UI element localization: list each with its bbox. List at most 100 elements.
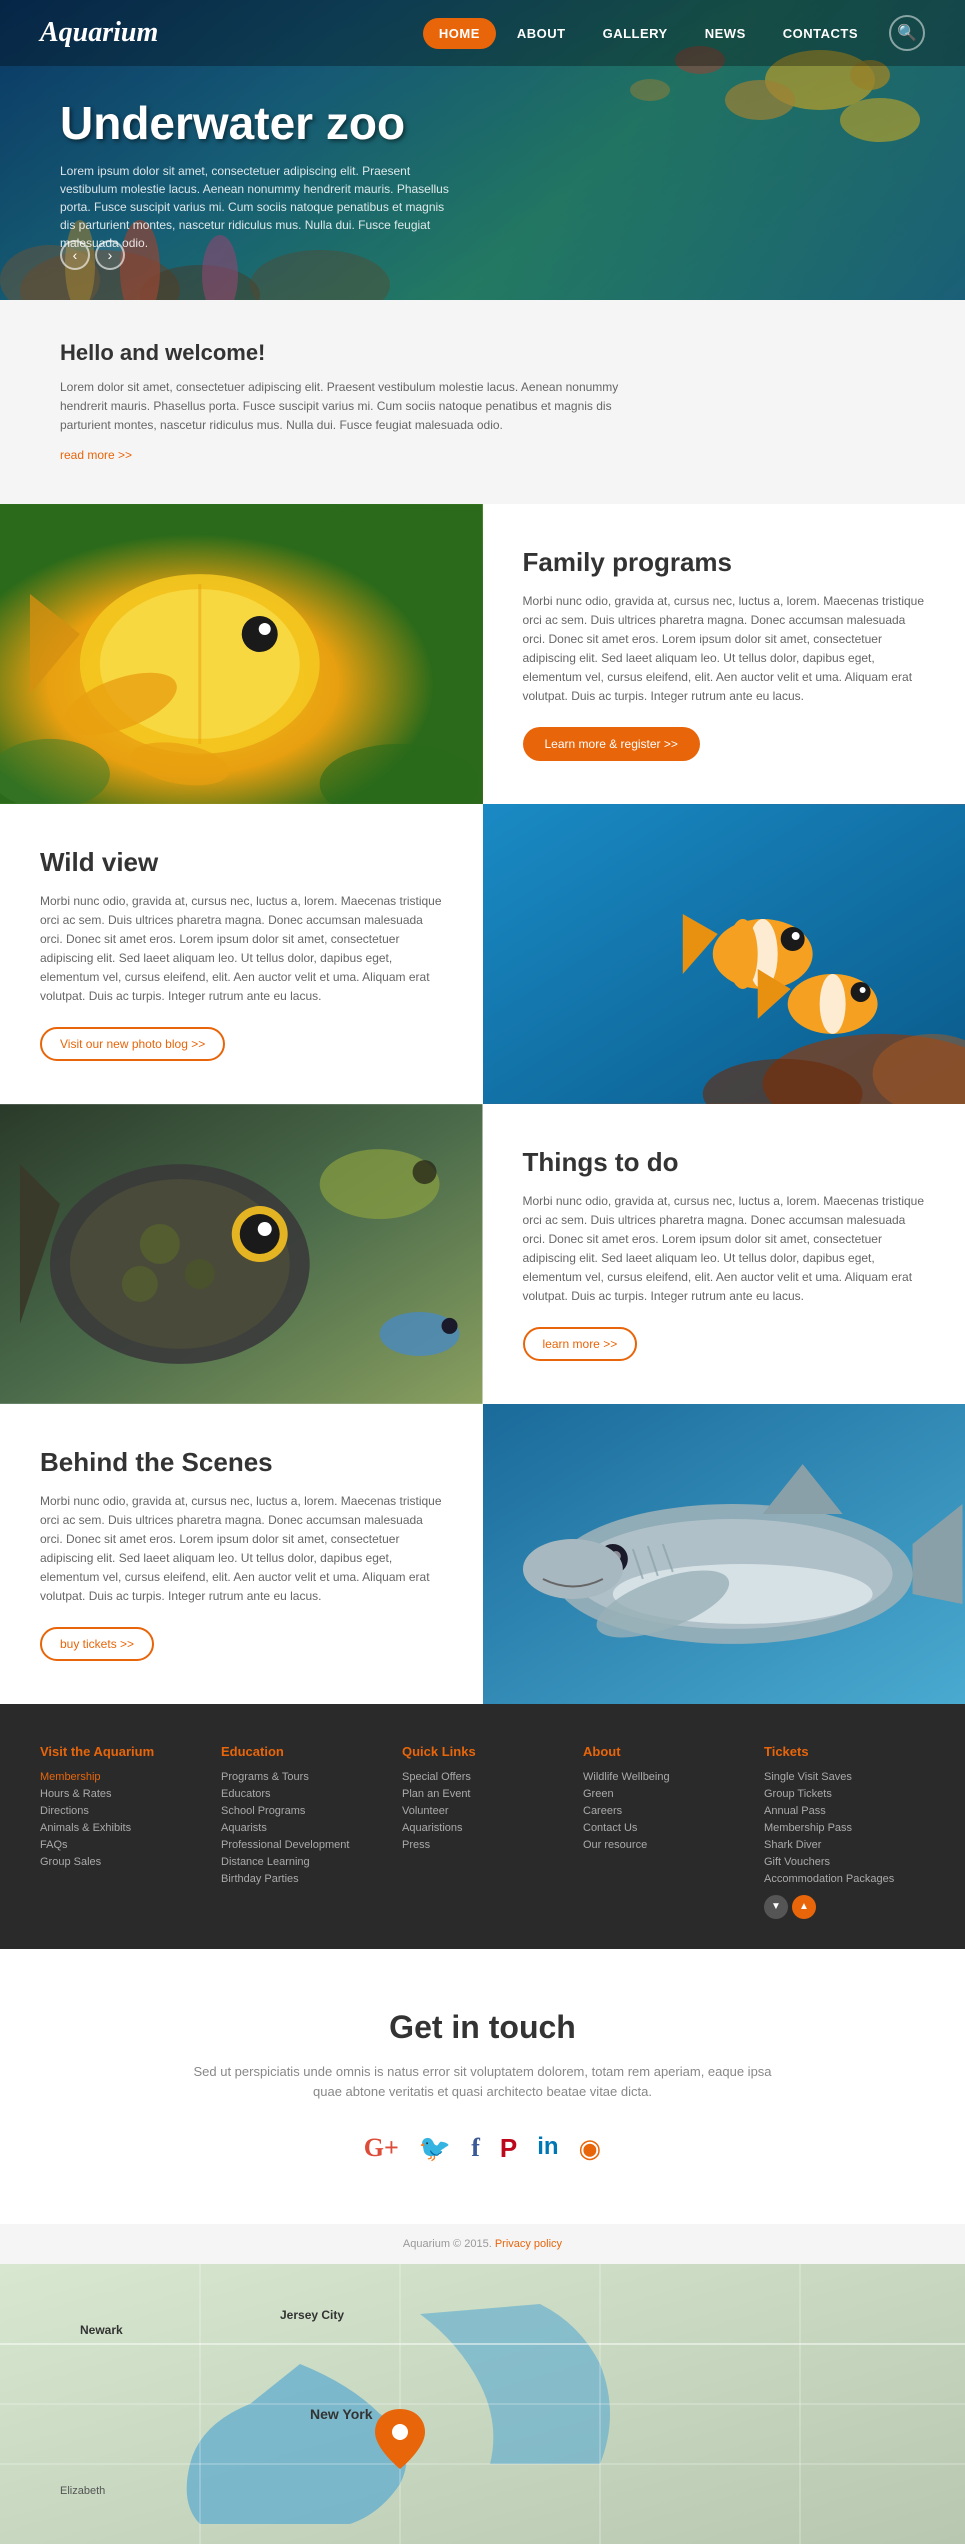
- footer-accommodation[interactable]: Accommodation Packages: [764, 1873, 925, 1885]
- footer-special-offers[interactable]: Special Offers: [402, 1771, 563, 1783]
- footer-school[interactable]: School Programs: [221, 1805, 382, 1817]
- footer-visit-title: Visit the Aquarium: [40, 1744, 201, 1759]
- things-to-do-image: [0, 1104, 483, 1404]
- pinterest-icon[interactable]: P: [500, 2133, 517, 2164]
- svg-text:Elizabeth: Elizabeth: [60, 2485, 105, 2497]
- footer-educators[interactable]: Educators: [221, 1788, 382, 1800]
- footer-annual-pass[interactable]: Annual Pass: [764, 1805, 925, 1817]
- footer-single-visit[interactable]: Single Visit Saves: [764, 1771, 925, 1783]
- prev-slide-button[interactable]: ‹: [60, 240, 90, 270]
- family-programs-section: Family programs Morbi nunc odio, gravida…: [0, 504, 965, 804]
- map-section: Newark Jersey City New York Elizabeth: [0, 2264, 965, 2544]
- scroll-down-button[interactable]: ▼: [764, 1895, 788, 1919]
- footer-distance-learning[interactable]: Distance Learning: [221, 1856, 382, 1868]
- footer-aquaritions[interactable]: Aquaristions: [402, 1822, 563, 1834]
- nav-links: HOME ABOUT GALLERY NEWS CONTACTS 🔍: [423, 15, 925, 51]
- footer-tickets-title: Tickets: [764, 1744, 925, 1759]
- google-plus-icon[interactable]: G+: [364, 2133, 399, 2164]
- footer-group-sales[interactable]: Group Sales: [40, 1856, 201, 1868]
- footer-quicklinks-title: Quick Links: [402, 1744, 563, 1759]
- things-to-do-section: Things to do Morbi nunc odio, gravida at…: [0, 1104, 965, 1404]
- map-svg: Newark Jersey City New York Elizabeth: [0, 2264, 965, 2544]
- family-programs-text-content: Morbi nunc odio, gravida at, cursus nec,…: [523, 592, 926, 707]
- footer-col-about: About Wildlife Wellbeing Green Careers C…: [583, 1744, 744, 1919]
- footer-wildlife[interactable]: Wildlife Wellbeing: [583, 1771, 744, 1783]
- scroll-buttons: ▼ ▲: [764, 1895, 925, 1919]
- hero-title: Underwater zoo: [60, 96, 905, 150]
- things-to-do-text-content: Morbi nunc odio, gravida at, cursus nec,…: [523, 1192, 926, 1307]
- footer-directions[interactable]: Directions: [40, 1805, 201, 1817]
- footer-plan-event[interactable]: Plan an Event: [402, 1788, 563, 1800]
- footer-birthday[interactable]: Birthday Parties: [221, 1873, 382, 1885]
- wild-view-text-content: Morbi nunc odio, gravida at, cursus nec,…: [40, 892, 443, 1007]
- get-in-touch-section: Get in touch Sed ut perspiciatis unde om…: [0, 1949, 965, 2225]
- hero-content: Underwater zoo Lorem ipsum dolor sit ame…: [0, 66, 965, 282]
- footer-membership[interactable]: Membership: [40, 1771, 201, 1783]
- behind-scenes-section: Behind the Scenes Morbi nunc odio, gravi…: [0, 1404, 965, 1704]
- footer-animals[interactable]: Animals & Exhibits: [40, 1822, 201, 1834]
- wild-view-button[interactable]: Visit our new photo blog >>: [40, 1027, 225, 1061]
- footer-programs[interactable]: Programs & Tours: [221, 1771, 382, 1783]
- footer-membership-pass[interactable]: Membership Pass: [764, 1822, 925, 1834]
- hero-arrows: ‹ ›: [60, 240, 125, 270]
- nav-about[interactable]: ABOUT: [501, 18, 582, 49]
- wild-view-image: [483, 804, 965, 1104]
- buy-tickets-button[interactable]: buy tickets >>: [40, 1627, 154, 1661]
- read-more-link[interactable]: read more >>: [60, 448, 132, 462]
- footer-group-tickets[interactable]: Group Tickets: [764, 1788, 925, 1800]
- scroll-up-button[interactable]: ▲: [792, 1895, 816, 1919]
- footer-col-visit: Visit the Aquarium Membership Hours & Ra…: [40, 1744, 201, 1919]
- family-programs-title: Family programs: [523, 547, 926, 578]
- footer-gift-vouchers[interactable]: Gift Vouchers: [764, 1856, 925, 1868]
- footer-professional-dev[interactable]: Professional Development: [221, 1839, 382, 1851]
- welcome-section: Hello and welcome! Lorem dolor sit amet,…: [0, 300, 965, 504]
- svg-text:New York: New York: [310, 2406, 373, 2422]
- facebook-icon[interactable]: f: [471, 2133, 480, 2164]
- footer-faqs[interactable]: FAQs: [40, 1839, 201, 1851]
- site-logo: Aquarium: [40, 17, 158, 49]
- footer-press[interactable]: Press: [402, 1839, 563, 1851]
- linkedin-icon[interactable]: in: [537, 2133, 558, 2164]
- family-programs-button[interactable]: Learn more & register >>: [523, 727, 700, 761]
- get-in-touch-text: Sed ut perspiciatis unde omnis is natus …: [183, 2062, 783, 2104]
- nav-news[interactable]: NEWS: [689, 18, 762, 49]
- things-to-do-button[interactable]: learn more >>: [523, 1327, 638, 1361]
- nav-home[interactable]: HOME: [423, 18, 496, 49]
- copyright-bar: Aquarium © 2015. Privacy policy: [0, 2224, 965, 2264]
- footer-volunteer[interactable]: Volunteer: [402, 1805, 563, 1817]
- footer-contact-us[interactable]: Contact Us: [583, 1822, 744, 1834]
- copyright-text: Aquarium © 2015.: [403, 2238, 492, 2250]
- nav-gallery[interactable]: GALLERY: [587, 18, 684, 49]
- twitter-icon[interactable]: 🐦: [419, 2133, 451, 2164]
- social-icons: G+ 🐦 f P in ◉: [40, 2133, 925, 2164]
- yellow-fish-image: [0, 504, 483, 804]
- nav-contacts[interactable]: CONTACTS: [767, 18, 874, 49]
- footer-green[interactable]: Green: [583, 1788, 744, 1800]
- footer-careers[interactable]: Careers: [583, 1805, 744, 1817]
- footer-shark-diver[interactable]: Shark Diver: [764, 1839, 925, 1851]
- wild-view-title: Wild view: [40, 847, 443, 878]
- wild-view-section: Wild view Morbi nunc odio, gravida at, c…: [0, 804, 965, 1104]
- rss-icon[interactable]: ◉: [579, 2133, 602, 2164]
- footer-aquarists[interactable]: Aquarists: [221, 1822, 382, 1834]
- privacy-policy-link[interactable]: Privacy policy: [495, 2238, 562, 2250]
- welcome-text: Lorem dolor sit amet, consectetuer adipi…: [60, 378, 660, 436]
- family-programs-text: Family programs Morbi nunc odio, gravida…: [483, 504, 965, 804]
- things-to-do-title: Things to do: [523, 1147, 926, 1178]
- footer-education-title: Education: [221, 1744, 382, 1759]
- search-icon: 🔍: [897, 23, 917, 43]
- things-to-do-text: Things to do Morbi nunc odio, gravida at…: [483, 1104, 965, 1404]
- footer-hours[interactable]: Hours & Rates: [40, 1788, 201, 1800]
- svg-text:Jersey City: Jersey City: [280, 2308, 344, 2322]
- footer-links: Visit the Aquarium Membership Hours & Ra…: [0, 1704, 965, 1949]
- wild-view-text: Wild view Morbi nunc odio, gravida at, c…: [0, 804, 483, 1104]
- navigation: Aquarium HOME ABOUT GALLERY NEWS CONTACT…: [0, 0, 965, 66]
- search-button[interactable]: 🔍: [889, 15, 925, 51]
- behind-scenes-text-content: Morbi nunc odio, gravida at, cursus nec,…: [40, 1492, 443, 1607]
- next-slide-button[interactable]: ›: [95, 240, 125, 270]
- hero-text: Lorem ipsum dolor sit amet, consectetuer…: [60, 162, 460, 252]
- footer-our-resource[interactable]: Our resource: [583, 1839, 744, 1851]
- footer-col-education: Education Programs & Tours Educators Sch…: [221, 1744, 382, 1919]
- get-in-touch-title: Get in touch: [40, 2009, 925, 2046]
- svg-text:Newark: Newark: [80, 2323, 123, 2337]
